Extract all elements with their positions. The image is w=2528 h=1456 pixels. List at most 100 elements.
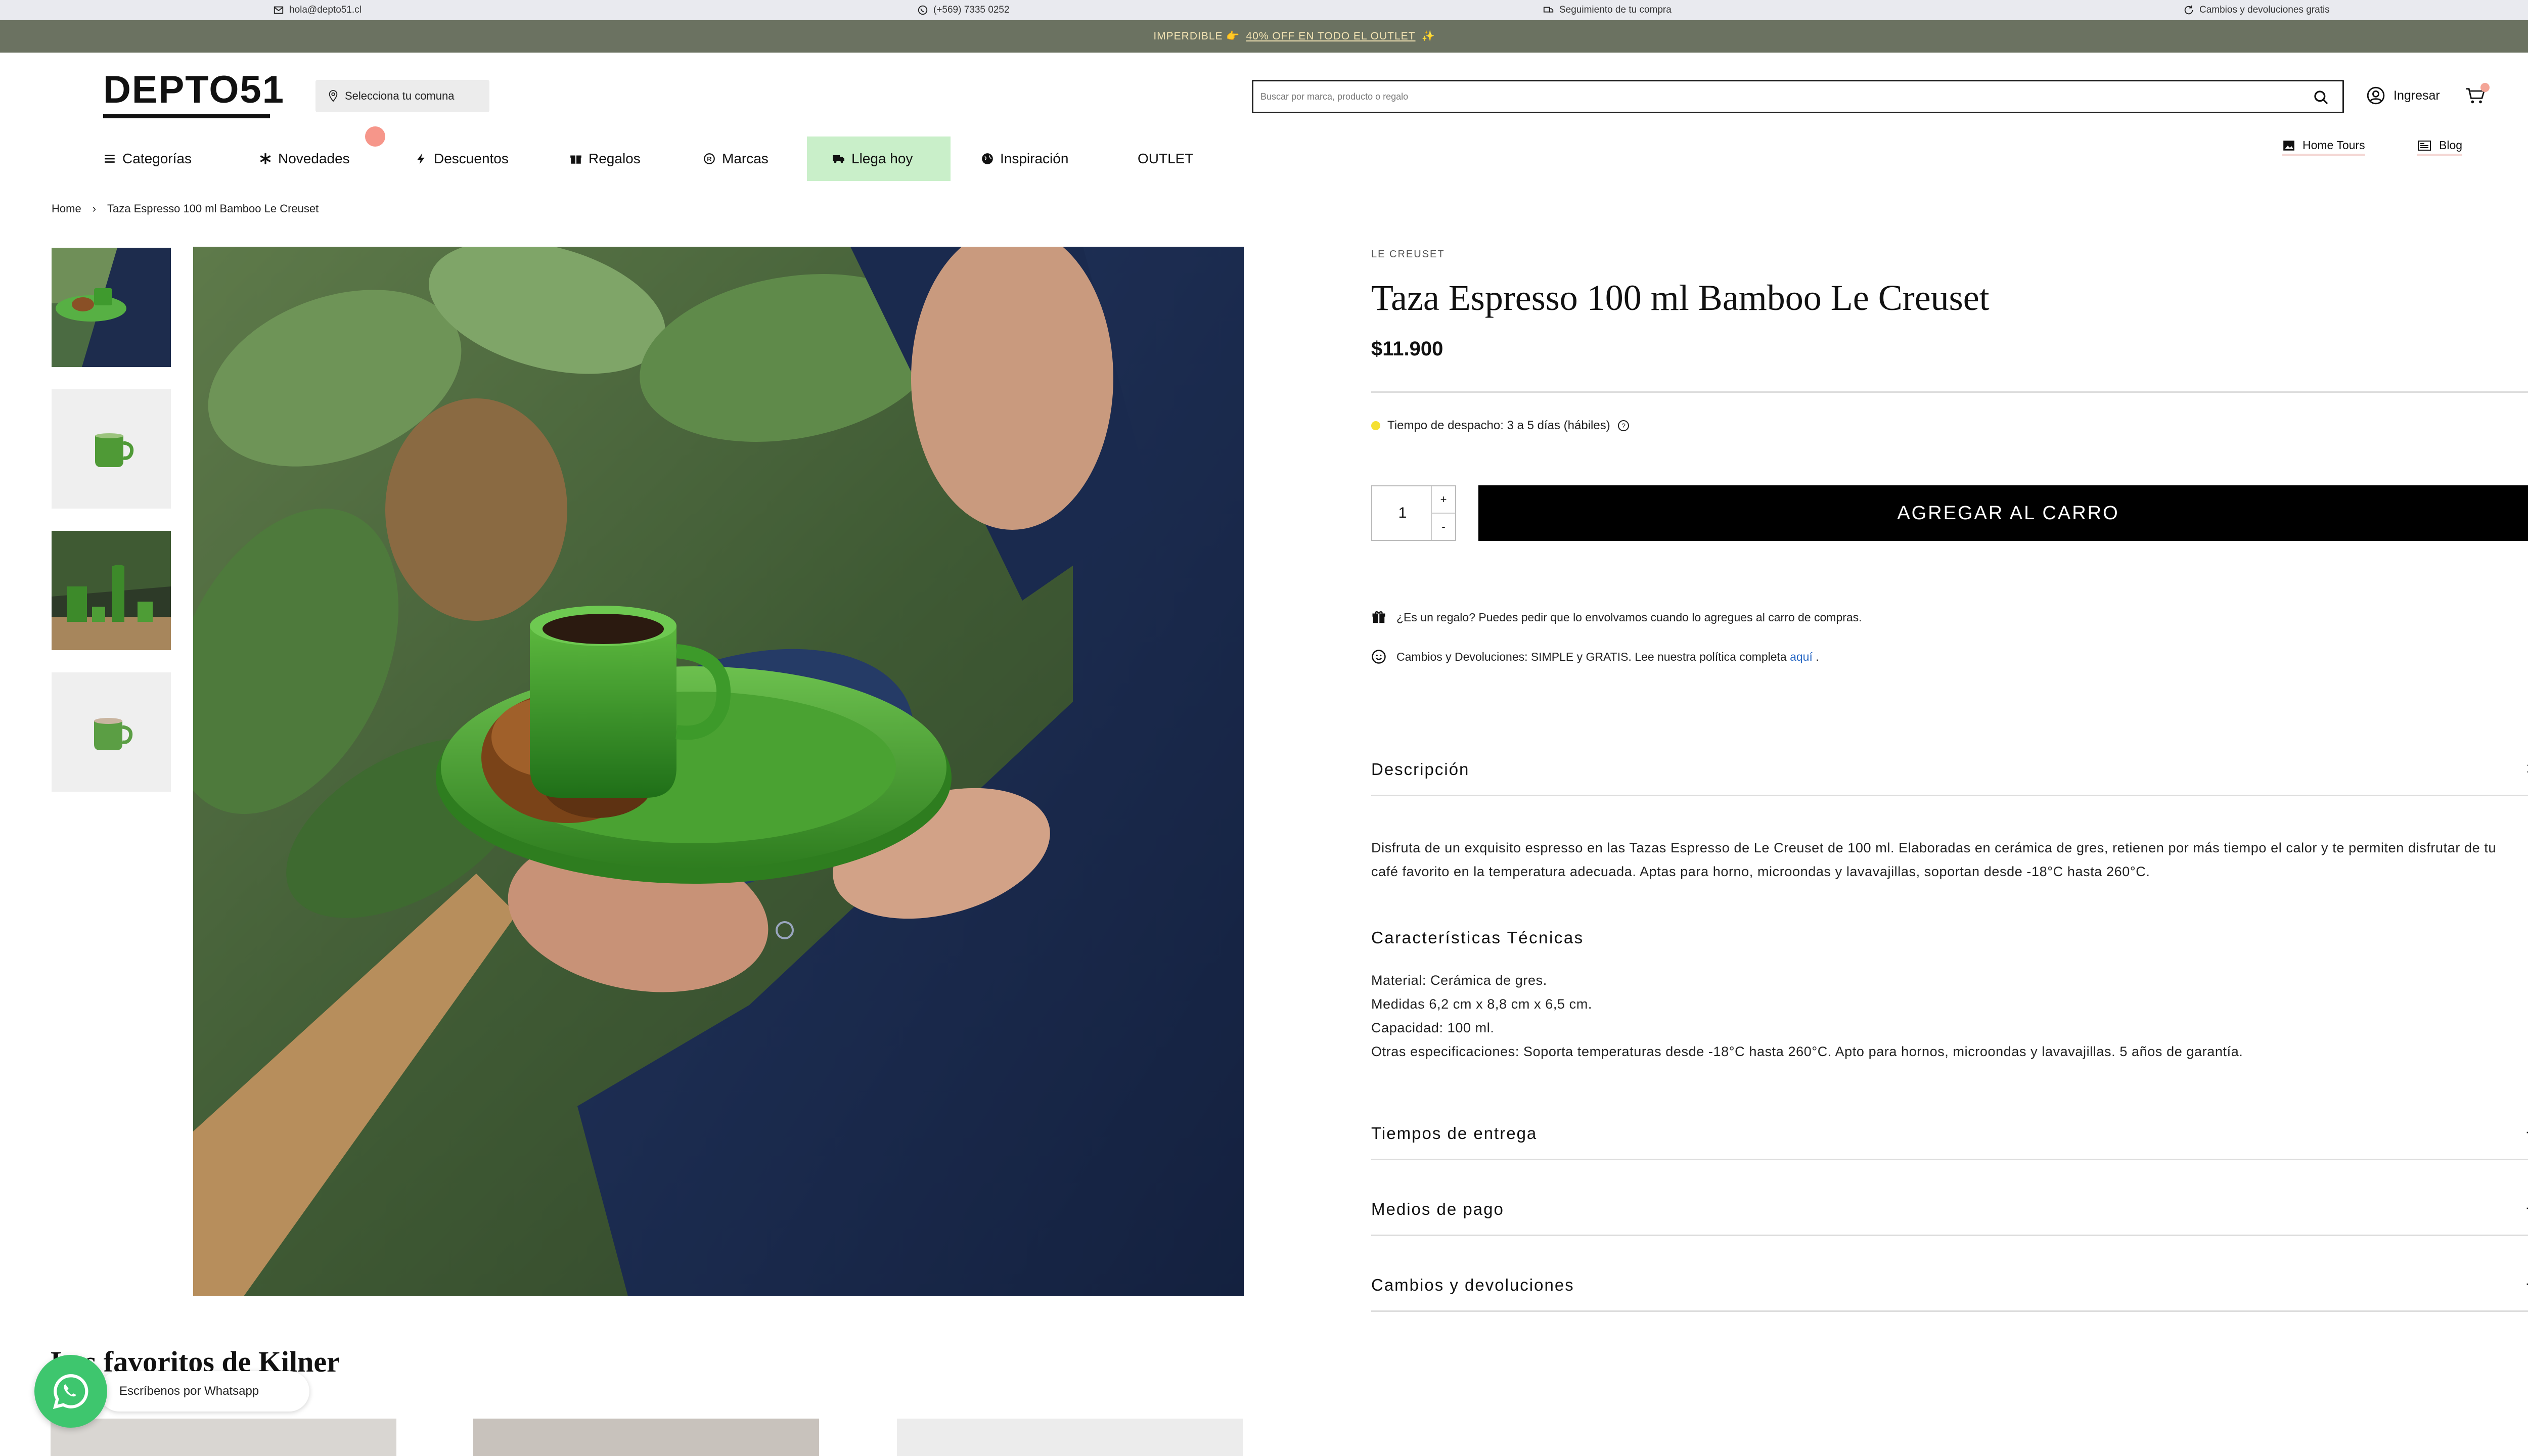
comuna-label: Selecciona tu comuna [345, 89, 455, 102]
thumbnail-3[interactable] [52, 531, 171, 650]
description-text: Disfruta de un exquisito espresso en las… [1371, 840, 2497, 879]
spec-item: Medidas 6,2 cm x 8,8 cm x 6,5 cm. [1371, 996, 1592, 1012]
accordion-delivery-times[interactable]: Tiempos de entrega + [1371, 1122, 2528, 1144]
gift-icon [570, 155, 581, 164]
nav-novedades[interactable]: Novedades [259, 136, 350, 181]
product-card[interactable] [51, 1419, 396, 1456]
photo-icon [2283, 140, 2294, 151]
nav-inspiracion[interactable]: Inspiración [981, 136, 1068, 181]
returns-note-text: Cambios y Devoluciones: SIMPLE y GRATIS.… [1396, 650, 1819, 664]
divider [1371, 1235, 2528, 1236]
whatsapp-button[interactable] [34, 1355, 107, 1428]
user-icon [2367, 86, 2385, 105]
refresh-icon [2184, 5, 2193, 15]
search-input[interactable]: Buscar por marca, producto o regalo [1252, 80, 2344, 113]
plus-icon[interactable]: + [2526, 1198, 2528, 1220]
whatsapp-tooltip[interactable]: Escríbenos por Whatsapp [99, 1371, 309, 1412]
accordion-title: Cambios y devoluciones [1371, 1275, 1574, 1294]
registered-icon: R [704, 153, 715, 164]
nav-outlet[interactable]: OUTLET [1138, 136, 1193, 181]
add-to-cart-button[interactable]: AGREGAR AL CARRO [1478, 485, 2528, 541]
plus-icon[interactable]: + [2526, 1274, 2528, 1296]
thumbnail-1[interactable] [52, 248, 171, 367]
nav-llega-hoy[interactable]: Llega hoy [807, 136, 951, 181]
whatsapp-icon [53, 1374, 88, 1409]
quantity-plus-button[interactable]: + [1432, 486, 1455, 514]
thumbnail-image [52, 531, 171, 650]
search-placeholder: Buscar por marca, producto o regalo [1260, 91, 1409, 102]
email-link[interactable]: hola@depto51.cl [273, 0, 362, 20]
quantity-stepper[interactable]: 1 + - [1371, 485, 1456, 541]
returns-policy-link[interactable]: aquí [1790, 650, 1813, 663]
accordion-payment-methods[interactable]: Medios de pago + [1371, 1198, 2528, 1220]
breadcrumb-current: Taza Espresso 100 ml Bamboo Le Creuset [107, 202, 319, 215]
thumbnail-4[interactable] [52, 672, 171, 792]
thumbnail-image [52, 389, 171, 509]
product-card[interactable] [473, 1419, 819, 1456]
newspaper-icon [2418, 140, 2431, 151]
breadcrumb-home[interactable]: Home [52, 202, 81, 215]
nav-label: Descuentos [434, 151, 509, 166]
accordion-title: Medios de pago [1371, 1199, 1504, 1218]
comuna-selector[interactable]: Selecciona tu comuna [315, 80, 489, 112]
nav-marcas[interactable]: R Marcas [703, 136, 769, 181]
smile-icon [1372, 650, 1386, 664]
accordion-returns[interactable]: Cambios y devoluciones + [1371, 1274, 2528, 1296]
nav-blog[interactable]: Blog [2417, 139, 2463, 156]
product-card[interactable] [897, 1419, 1243, 1456]
plus-icon[interactable]: + [2526, 1122, 2528, 1144]
thumbnail-image [52, 248, 171, 367]
nav-categorias[interactable]: Categorías [103, 136, 192, 181]
gift-icon [1372, 611, 1385, 623]
nav-label: Marcas [722, 151, 769, 166]
blog-label: Blog [2439, 139, 2463, 152]
promo-tail: ✨ [1421, 30, 1435, 42]
product-photo [193, 247, 1244, 1296]
returns-text: Cambios y devoluciones gratis [2199, 5, 2330, 15]
cart-badge [2480, 83, 2490, 92]
specs-title: Características Técnicas [1371, 928, 1584, 947]
nav-label: Llega hoy [851, 151, 913, 166]
quantity-value[interactable]: 1 [1372, 505, 1433, 522]
truck-icon [833, 155, 844, 163]
whatsapp-label: Escríbenos por Whatsapp [119, 1384, 259, 1398]
svg-text:?: ? [1621, 422, 1626, 430]
breadcrumb-separator: › [92, 202, 97, 215]
mail-icon [274, 6, 284, 14]
close-icon[interactable]: × [2526, 758, 2528, 780]
nav-regalos[interactable]: Regalos [569, 136, 641, 181]
divider [1371, 795, 2528, 796]
returns-link[interactable]: Cambios y devoluciones gratis [2183, 0, 2330, 20]
tracking-link[interactable]: Seguimiento de tu compra [1543, 0, 1672, 20]
product-price: $11.900 [1371, 338, 1443, 360]
product-brand[interactable]: LE CREUSET [1371, 249, 1445, 260]
quantity-buttons: + - [1431, 486, 1455, 540]
main-product-image[interactable] [193, 247, 1244, 1296]
thumbnail-2[interactable] [52, 389, 171, 509]
nav-label: Novedades [278, 151, 350, 166]
accordion-title: Tiempos de entrega [1371, 1123, 1538, 1143]
location-pin-icon [329, 90, 338, 102]
nav-home-tours[interactable]: Home Tours [2282, 139, 2365, 156]
search-icon[interactable] [2313, 89, 2329, 106]
gift-note-text: ¿Es un regalo? Puedes pedir que lo envol… [1396, 610, 1862, 624]
phone-link[interactable]: (+569) 7335 0252 [917, 0, 1010, 20]
promo-link[interactable]: 40% OFF EN TODO EL OUTLET [1246, 30, 1416, 42]
help-icon[interactable]: ? [1617, 420, 1630, 432]
site-logo[interactable]: DEPTO51 [103, 71, 285, 118]
home-tours-label: Home Tours [2303, 139, 2365, 152]
thumbnail-image [52, 672, 171, 792]
nav-label: Regalos [589, 151, 641, 166]
dispatch-info: Tiempo de despacho: 3 a 5 días (hábiles)… [1371, 419, 1630, 433]
divider [1371, 1159, 2528, 1160]
spec-item: Material: Cerámica de gres. [1371, 973, 1547, 988]
returns-note-end: . [1816, 650, 1819, 663]
nav-descuentos[interactable]: Descuentos [415, 136, 509, 181]
accordion-description-header[interactable]: Descripción × [1371, 758, 2528, 780]
returns-note: Cambios y Devoluciones: SIMPLE y GRATIS.… [1371, 649, 1819, 664]
login-button[interactable]: Ingresar [2366, 86, 2440, 105]
quantity-minus-button[interactable]: - [1432, 514, 1455, 540]
globe-icon [982, 153, 993, 164]
truck-icon [1543, 7, 1554, 13]
gift-note: ¿Es un regalo? Puedes pedir que lo envol… [1371, 610, 1862, 625]
